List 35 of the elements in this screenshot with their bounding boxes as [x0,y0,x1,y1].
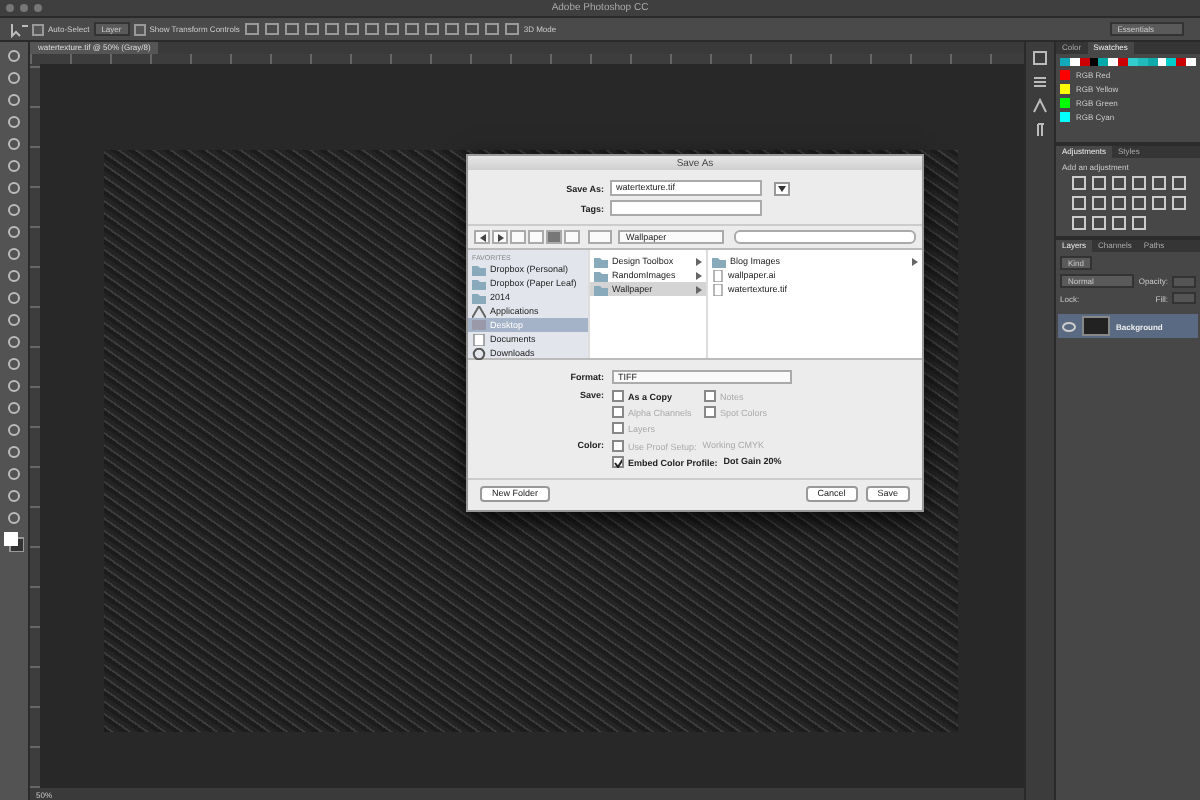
search-field[interactable] [734,230,916,244]
swatch[interactable] [1060,70,1070,80]
swatch[interactable] [1060,112,1070,122]
paragraph-icon[interactable] [1032,122,1048,138]
arrange-button[interactable] [588,230,612,244]
color-swatch-icon[interactable] [4,532,24,552]
caret-icon [778,185,786,191]
tags-field[interactable] [610,200,762,216]
fill-field[interactable] [1172,292,1196,304]
properties-icon[interactable] [1032,74,1048,90]
desktop-icon [472,319,486,331]
forward-button[interactable] [492,230,508,244]
back-icon [479,233,485,241]
transform-controls-checkbox[interactable] [133,23,146,35]
coverflow-button[interactable] [564,230,580,244]
opacity-field[interactable] [1172,275,1196,287]
checkmark-icon [614,458,622,468]
layer-thumbnail [1082,316,1110,336]
swatch[interactable] [1060,98,1070,108]
back-button[interactable] [474,230,490,244]
forward-icon [497,233,503,241]
history-icon[interactable] [1032,50,1048,66]
chevron-icon [912,257,918,265]
close-icon[interactable] [6,4,14,12]
swatch[interactable] [1060,84,1070,94]
move-tool-icon[interactable] [8,21,28,37]
auto-select-checkbox[interactable] [32,23,44,35]
download-icon [472,347,486,359]
expand-button[interactable] [774,181,790,195]
folder-icon [712,255,726,267]
zoom-icon[interactable] [34,4,42,12]
list-view-button[interactable] [528,230,544,244]
swatch-strip[interactable] [1060,58,1196,66]
eye-icon[interactable] [1062,321,1076,331]
minimize-icon[interactable] [20,4,28,12]
